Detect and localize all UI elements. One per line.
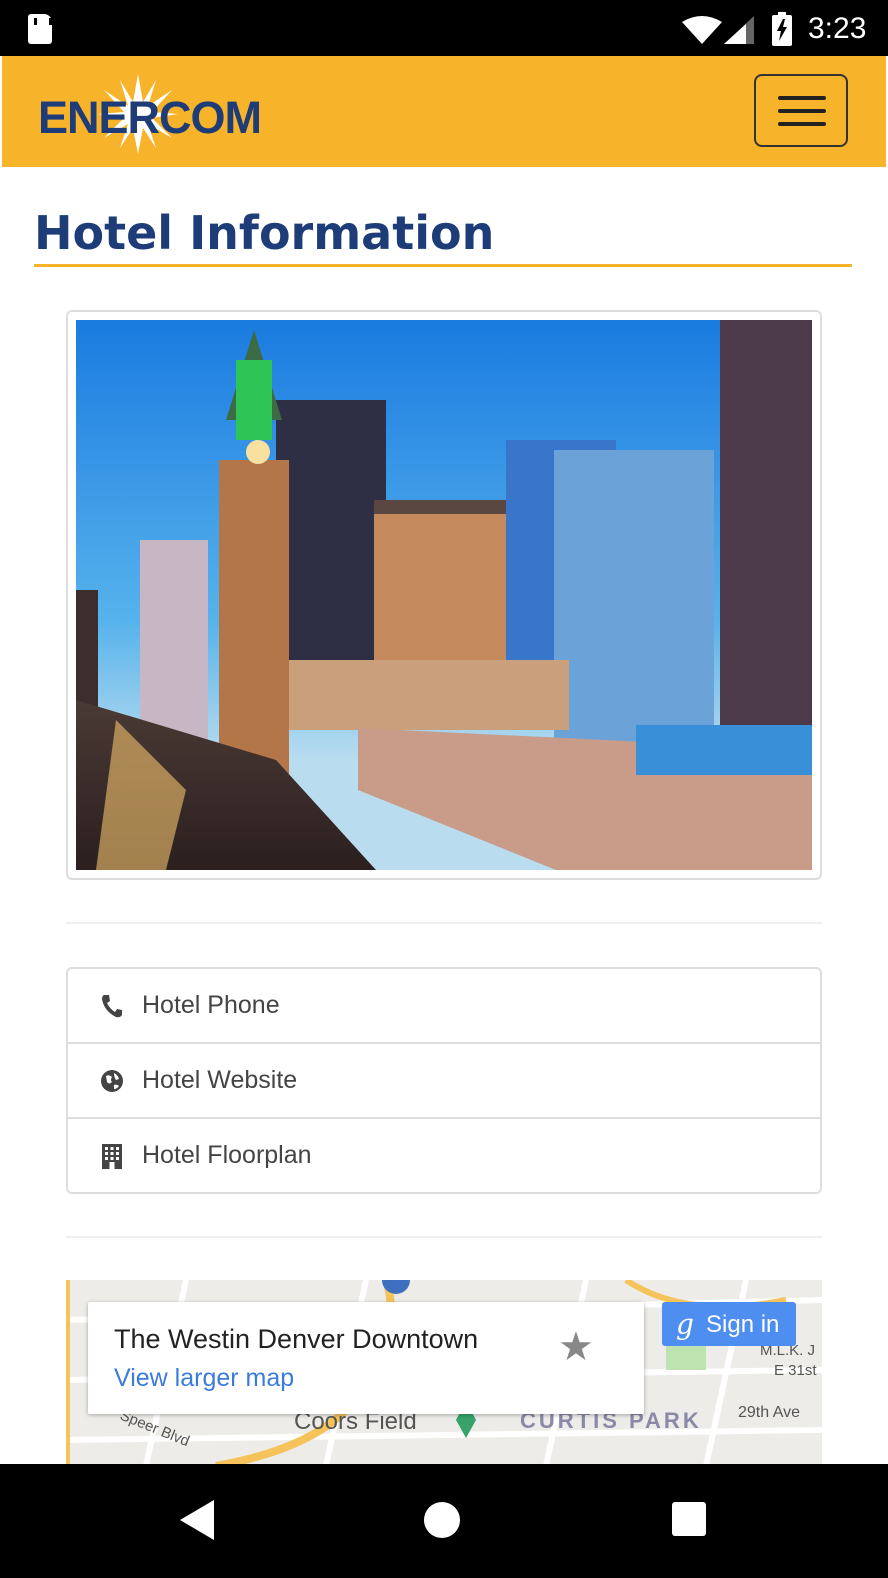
- divider: [66, 1236, 822, 1238]
- enercom-logo[interactable]: ENERCOM: [38, 74, 288, 154]
- google-g-icon: g: [676, 1308, 694, 1341]
- title-underline: [34, 264, 852, 267]
- wifi-icon: [682, 16, 722, 44]
- list-item-label: Hotel Website: [142, 1066, 298, 1094]
- phone-icon: [102, 995, 122, 1018]
- divider: [66, 922, 822, 924]
- menu-bar-icon: [778, 109, 826, 113]
- hamburger-menu-button[interactable]: [754, 74, 848, 147]
- brand-name: ENERCOM: [38, 92, 262, 143]
- map-place-card: The Westin Denver Downtown View larger m…: [88, 1302, 644, 1414]
- menu-bar-icon: [778, 122, 826, 126]
- battery-charging-icon: [772, 12, 792, 46]
- hotel-photo-frame: [66, 310, 822, 880]
- system-nav-bar: [0, 1464, 888, 1578]
- place-name: The Westin Denver Downtown: [114, 1324, 479, 1354]
- hotel-floorplan-item[interactable]: Hotel Floorplan: [68, 1119, 820, 1194]
- map-label-29th-ave: 29th Ave: [738, 1404, 800, 1421]
- globe-icon: [101, 1070, 123, 1092]
- sd-card-icon: [28, 14, 52, 44]
- embedded-map[interactable]: Coors Field CURTIS PARK 29th Ave M.L.K. …: [66, 1280, 822, 1466]
- back-icon[interactable]: [178, 1498, 216, 1542]
- home-icon[interactable]: [424, 1502, 460, 1538]
- status-bar: 3:23: [0, 0, 888, 56]
- hotel-phone-item[interactable]: Hotel Phone: [68, 969, 820, 1044]
- sign-in-button[interactable]: g Sign in: [662, 1302, 796, 1346]
- menu-bar-icon: [778, 96, 826, 100]
- hotel-photo: [76, 320, 812, 870]
- map-label-e31: E 31st: [774, 1362, 817, 1379]
- recents-icon[interactable]: [672, 1502, 706, 1536]
- list-item-label: Hotel Phone: [142, 991, 280, 1019]
- page-title: Hotel Information: [34, 206, 495, 260]
- signal-icon: [724, 16, 754, 44]
- app-header: ENERCOM: [2, 56, 886, 167]
- star-icon[interactable]: ★: [558, 1324, 594, 1370]
- hotel-website-item[interactable]: Hotel Website: [68, 1044, 820, 1119]
- status-time: 3:23: [808, 12, 867, 45]
- view-larger-map-link[interactable]: View larger map: [114, 1364, 294, 1393]
- building-icon: [102, 1144, 122, 1169]
- sign-in-label: Sign in: [706, 1311, 780, 1338]
- hotel-links-list: Hotel Phone Hotel Website Hotel Floorpla…: [66, 967, 822, 1194]
- list-item-label: Hotel Floorplan: [142, 1141, 312, 1169]
